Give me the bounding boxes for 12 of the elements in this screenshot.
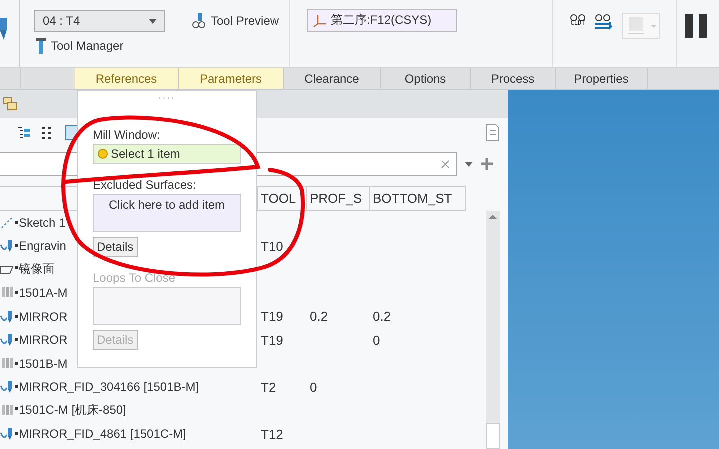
table-cell: 0.2 (373, 309, 392, 324)
field-label: Mill Window: (93, 128, 162, 142)
table-cell: 0 (373, 332, 380, 348)
table-cell: 0.2 (310, 309, 328, 324)
table-cell: T12 (261, 426, 284, 442)
table-cell: T19 (261, 332, 284, 348)
field-label: Loops To Close (93, 271, 176, 285)
table-cell: T2 (261, 380, 276, 395)
table-cell: 0 (310, 380, 318, 395)
table-cell: T19 (261, 309, 284, 324)
table-cell: T10 (261, 238, 284, 254)
field-label: Excluded Surfaces: (93, 178, 198, 192)
